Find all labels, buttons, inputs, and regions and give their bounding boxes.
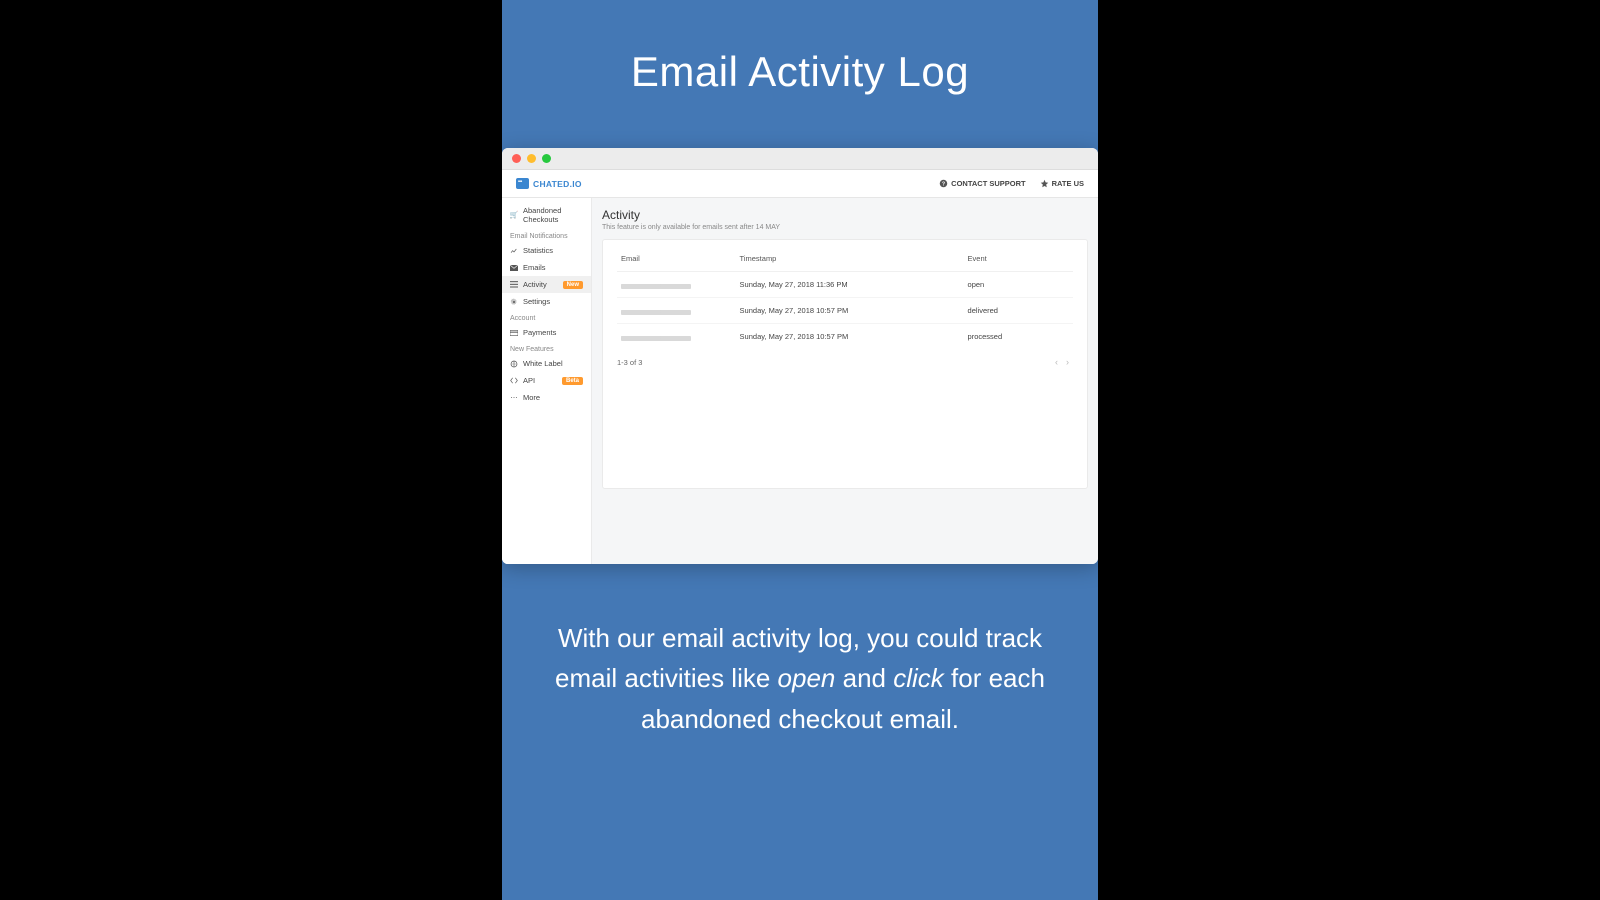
redacted-email bbox=[621, 336, 691, 341]
sidebar-item-label: Activity bbox=[523, 280, 558, 289]
minimize-icon[interactable] bbox=[527, 154, 536, 163]
star-icon bbox=[1040, 179, 1049, 188]
pager-next[interactable]: › bbox=[1062, 357, 1073, 367]
cell-timestamp: Sunday, May 27, 2018 10:57 PM bbox=[736, 298, 964, 324]
contact-support-link[interactable]: ? CONTACT SUPPORT bbox=[939, 179, 1025, 188]
sidebar-item-api[interactable]: API Beta bbox=[502, 372, 591, 389]
list-icon bbox=[510, 281, 518, 288]
sidebar-item-label: Emails bbox=[523, 263, 583, 272]
beta-badge: Beta bbox=[562, 377, 583, 385]
app-header: ••• CHATED.IO ? CONTACT SUPPORT RATE US bbox=[502, 170, 1098, 198]
cell-timestamp: Sunday, May 27, 2018 11:36 PM bbox=[736, 272, 964, 298]
pager-range: 1-3 of 3 bbox=[617, 358, 642, 367]
sidebar-item-statistics[interactable]: Statistics bbox=[502, 242, 591, 259]
cell-event: delivered bbox=[964, 298, 1073, 324]
sidebar-item-settings[interactable]: Settings bbox=[502, 293, 591, 310]
brand-logo[interactable]: ••• CHATED.IO bbox=[516, 178, 582, 189]
sidebar: 🛒 Abandoned Checkouts Email Notification… bbox=[502, 198, 592, 564]
close-icon[interactable] bbox=[512, 154, 521, 163]
sidebar-item-label: White Label bbox=[523, 359, 583, 368]
question-circle-icon: ? bbox=[939, 179, 948, 188]
brand-name: CHATED.IO bbox=[533, 179, 582, 189]
window-titlebar bbox=[502, 148, 1098, 170]
col-header-timestamp: Timestamp bbox=[736, 248, 964, 272]
cart-icon: 🛒 bbox=[510, 211, 518, 219]
gear-icon bbox=[510, 298, 518, 306]
col-header-email: Email bbox=[617, 248, 736, 272]
sidebar-item-abandoned-checkouts[interactable]: 🛒 Abandoned Checkouts bbox=[502, 202, 591, 228]
svg-text:?: ? bbox=[942, 181, 945, 187]
sidebar-item-label: Payments bbox=[523, 328, 583, 337]
sidebar-section-features: New Features bbox=[502, 341, 591, 355]
cell-event: processed bbox=[964, 324, 1073, 350]
activity-card: Email Timestamp Event Sunday, May 27, 20… bbox=[602, 239, 1088, 489]
ellipsis-icon: ⋯ bbox=[510, 394, 518, 402]
table-row[interactable]: Sunday, May 27, 2018 10:57 PM processed bbox=[617, 324, 1073, 350]
page-note: This feature is only available for email… bbox=[602, 224, 1088, 231]
sidebar-item-activity[interactable]: Activity New bbox=[502, 276, 591, 293]
chat-bubble-icon: ••• bbox=[516, 178, 529, 189]
hero-title: Email Activity Log bbox=[631, 48, 969, 96]
app-body: 🛒 Abandoned Checkouts Email Notification… bbox=[502, 198, 1098, 564]
pager-prev[interactable]: ‹ bbox=[1051, 357, 1062, 367]
sidebar-item-white-label[interactable]: White Label bbox=[502, 355, 591, 372]
hero-subtitle: With our email activity log, you could t… bbox=[502, 618, 1098, 739]
sidebar-item-label: Statistics bbox=[523, 246, 583, 255]
new-badge: New bbox=[563, 281, 583, 289]
table-row[interactable]: Sunday, May 27, 2018 10:57 PM delivered bbox=[617, 298, 1073, 324]
sidebar-section-account: Account bbox=[502, 310, 591, 324]
sidebar-item-payments[interactable]: Payments bbox=[502, 324, 591, 341]
sidebar-item-emails[interactable]: Emails bbox=[502, 259, 591, 276]
promo-panel: Email Activity Log ••• CHATED.IO ? CONTA… bbox=[502, 0, 1098, 900]
code-icon bbox=[510, 377, 518, 384]
cell-event: open bbox=[964, 272, 1073, 298]
rate-us-link[interactable]: RATE US bbox=[1040, 179, 1084, 188]
sidebar-item-more[interactable]: ⋯ More bbox=[502, 389, 591, 406]
redacted-email bbox=[621, 310, 691, 315]
redacted-email bbox=[621, 284, 691, 289]
sidebar-item-label: Settings bbox=[523, 297, 583, 306]
app-window: ••• CHATED.IO ? CONTACT SUPPORT RATE US bbox=[502, 148, 1098, 564]
pager: 1-3 of 3 ‹ › bbox=[617, 349, 1073, 367]
table-row[interactable]: Sunday, May 27, 2018 11:36 PM open bbox=[617, 272, 1073, 298]
globe-icon bbox=[510, 360, 518, 368]
cell-timestamp: Sunday, May 27, 2018 10:57 PM bbox=[736, 324, 964, 350]
sidebar-item-label: Abandoned Checkouts bbox=[523, 206, 583, 224]
main-content: Activity This feature is only available … bbox=[592, 198, 1098, 564]
credit-card-icon bbox=[510, 330, 518, 336]
contact-support-label: CONTACT SUPPORT bbox=[951, 179, 1025, 188]
rate-us-label: RATE US bbox=[1052, 179, 1084, 188]
sidebar-item-label: API bbox=[523, 376, 557, 385]
sidebar-item-label: More bbox=[523, 393, 583, 402]
chart-line-icon bbox=[510, 247, 518, 255]
maximize-icon[interactable] bbox=[542, 154, 551, 163]
activity-table: Email Timestamp Event Sunday, May 27, 20… bbox=[617, 248, 1073, 349]
envelope-icon bbox=[510, 265, 518, 271]
page-title: Activity bbox=[602, 208, 1088, 222]
sidebar-section-email: Email Notifications bbox=[502, 228, 591, 242]
col-header-event: Event bbox=[964, 248, 1073, 272]
